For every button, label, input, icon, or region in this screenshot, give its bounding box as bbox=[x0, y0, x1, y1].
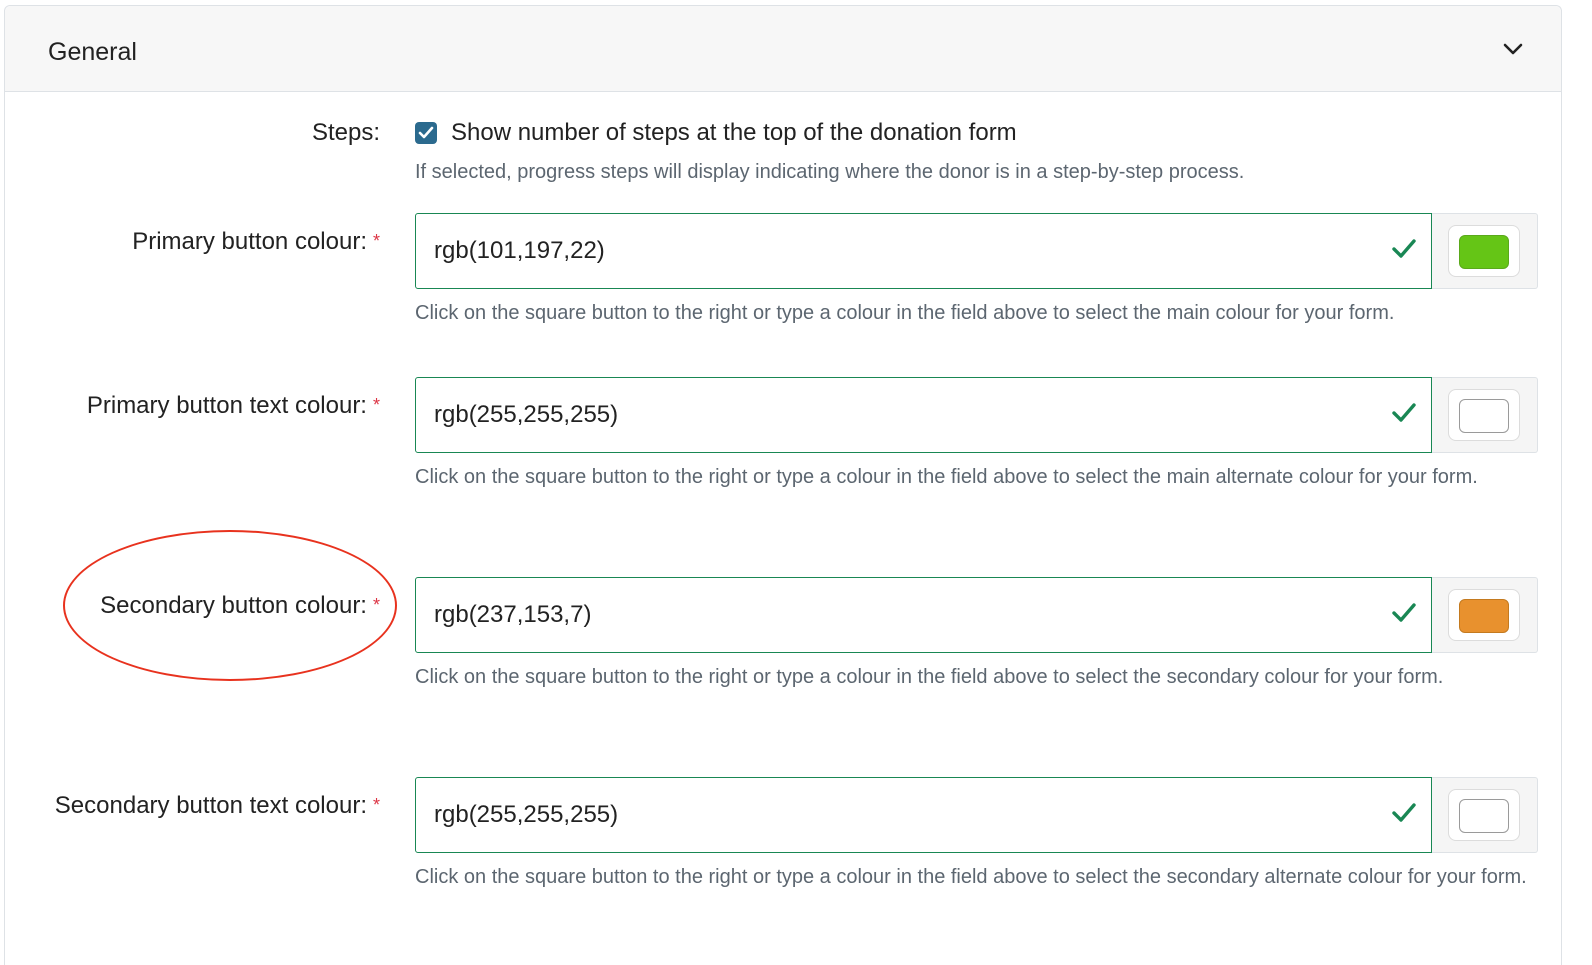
colour-swatch bbox=[1459, 599, 1509, 633]
secondary-button-text-colour-input[interactable]: rgb(255,255,255) bbox=[415, 777, 1432, 853]
secondary-button-colour-picker-button[interactable] bbox=[1448, 589, 1520, 641]
required-marker: * bbox=[372, 595, 380, 615]
secondary-button-colour-input[interactable]: rgb(237,153,7) bbox=[415, 577, 1432, 653]
primary-button-colour-picker-button[interactable] bbox=[1448, 225, 1520, 277]
secondary-button-text-colour-label: Secondary button text colour: * bbox=[54, 792, 380, 819]
primary-button-text-colour-help: Click on the square button to the right … bbox=[415, 466, 1478, 488]
primary-button-text-colour-picker-addon bbox=[1432, 377, 1538, 453]
primary-button-text-colour-input[interactable]: rgb(255,255,255) bbox=[415, 377, 1432, 453]
secondary-button-colour-help: Click on the square button to the right … bbox=[415, 666, 1444, 688]
check-icon bbox=[418, 126, 434, 139]
secondary-button-colour-value[interactable]: rgb(237,153,7) bbox=[434, 600, 591, 630]
primary-button-text-colour-value[interactable]: rgb(255,255,255) bbox=[434, 400, 618, 430]
chevron-down-icon[interactable] bbox=[1503, 42, 1523, 56]
panel-title: General bbox=[48, 38, 137, 66]
valid-check-icon bbox=[1392, 803, 1416, 822]
valid-check-icon bbox=[1392, 239, 1416, 258]
steps-label: Steps: bbox=[311, 119, 380, 146]
primary-button-text-colour-picker-button[interactable] bbox=[1448, 389, 1520, 441]
steps-help-text: If selected, progress steps will display… bbox=[415, 161, 1245, 183]
secondary-button-colour-label: Secondary button colour: * bbox=[100, 592, 380, 619]
primary-button-colour-label: Primary button colour: * bbox=[132, 228, 380, 255]
colour-swatch bbox=[1459, 399, 1509, 433]
valid-check-icon bbox=[1392, 603, 1416, 622]
primary-button-colour-value[interactable]: rgb(101,197,22) bbox=[434, 236, 605, 266]
valid-check-icon bbox=[1392, 403, 1416, 422]
colour-swatch bbox=[1459, 799, 1509, 833]
show-steps-checkbox-label[interactable]: Show number of steps at the top of the d… bbox=[451, 118, 1017, 148]
secondary-button-text-colour-help: Click on the square button to the right … bbox=[415, 866, 1527, 888]
primary-button-colour-input[interactable]: rgb(101,197,22) bbox=[415, 213, 1432, 289]
required-marker: * bbox=[372, 231, 380, 251]
primary-button-colour-picker-addon bbox=[1432, 213, 1538, 289]
panel-header[interactable]: General bbox=[5, 6, 1561, 92]
primary-button-text-colour-label: Primary button text colour: * bbox=[86, 392, 380, 419]
primary-button-colour-help: Click on the square button to the right … bbox=[415, 302, 1395, 324]
secondary-button-text-colour-picker-button[interactable] bbox=[1448, 789, 1520, 841]
required-marker: * bbox=[372, 795, 380, 815]
secondary-button-colour-picker-addon bbox=[1432, 577, 1538, 653]
show-steps-checkbox[interactable] bbox=[415, 122, 437, 144]
secondary-button-text-colour-picker-addon bbox=[1432, 777, 1538, 853]
required-marker: * bbox=[372, 395, 380, 415]
secondary-button-text-colour-value[interactable]: rgb(255,255,255) bbox=[434, 800, 618, 830]
colour-swatch bbox=[1459, 235, 1509, 269]
